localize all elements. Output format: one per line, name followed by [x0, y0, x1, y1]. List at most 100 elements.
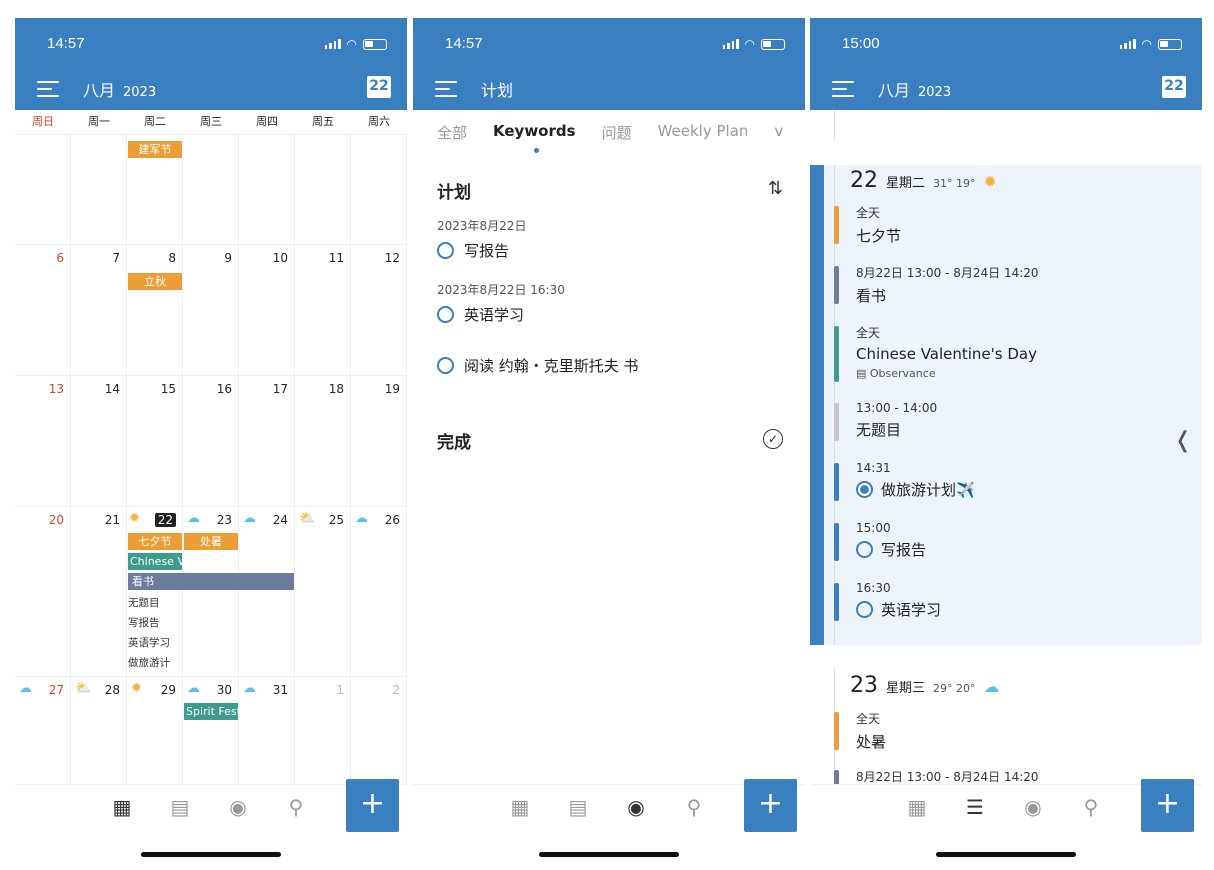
event-chushu[interactable]: 处暑: [184, 533, 238, 550]
day-cell[interactable]: [183, 135, 239, 244]
day-cell[interactable]: [239, 135, 295, 244]
signal-icon: [722, 39, 739, 49]
day-cell[interactable]: 17: [239, 376, 295, 506]
day-cell[interactable]: ⛅ 28: [71, 677, 127, 796]
add-button[interactable]: +: [744, 779, 797, 832]
tab-more[interactable]: v: [774, 122, 783, 143]
grid-icon[interactable]: ▤: [168, 795, 192, 819]
day-cell[interactable]: ✹ 29: [127, 677, 183, 796]
checkbox-icon[interactable]: [856, 601, 873, 618]
battery-icon: [363, 38, 387, 50]
task-item[interactable]: 写报告: [437, 240, 509, 261]
checkbox-icon[interactable]: [437, 242, 454, 259]
menu-icon[interactable]: [832, 81, 854, 102]
month-title[interactable]: 八月 2023: [83, 77, 156, 101]
agenda-item[interactable]: 全天 Chinese Valentine's Day ▤ Observance: [834, 324, 1174, 382]
agenda-item[interactable]: 16:30 英语学习: [834, 581, 1174, 621]
calendar-icon[interactable]: ▦: [508, 795, 532, 819]
tab-weekly-plan[interactable]: Weekly Plan: [658, 122, 749, 143]
grid-icon[interactable]: ▤: [566, 795, 590, 819]
today-button[interactable]: 22: [367, 76, 391, 98]
record-icon[interactable]: ◉: [1021, 795, 1045, 819]
day-cell[interactable]: 13: [15, 376, 71, 506]
search-icon[interactable]: ⚲: [284, 795, 308, 819]
checkbox-icon[interactable]: [437, 306, 454, 323]
add-button[interactable]: +: [1141, 779, 1194, 832]
check-circle-icon[interactable]: ✓: [763, 429, 783, 449]
day-cell[interactable]: 20: [15, 507, 71, 676]
today-button[interactable]: 22: [1162, 76, 1186, 98]
day-cell[interactable]: ☁ 30: [183, 677, 239, 796]
day-cell[interactable]: [15, 135, 71, 244]
event-yingyu[interactable]: 英语学习: [128, 635, 170, 650]
sort-icon[interactable]: ⇅: [768, 178, 783, 199]
agenda-item[interactable]: 8月22日 13:00 - 8月24日 14:20 看书: [834, 264, 1174, 306]
day-cell[interactable]: 11: [295, 245, 351, 375]
event-liqiu[interactable]: 立秋: [128, 273, 182, 290]
day-cell[interactable]: 21: [71, 507, 127, 676]
task-item[interactable]: 阅读 约翰・克里斯托夫 书: [437, 355, 639, 376]
day-cell[interactable]: ☁ 31: [239, 677, 295, 796]
day-cell[interactable]: 18: [295, 376, 351, 506]
tab-bar: 全部 Keywords 问题 Weekly Plan v: [437, 122, 783, 153]
event-baogao[interactable]: 写报告: [128, 615, 160, 630]
day-cell[interactable]: 14: [71, 376, 127, 506]
weekday-label: 周五: [312, 115, 334, 128]
day-cell[interactable]: 6: [15, 245, 71, 375]
day-cell[interactable]: 19: [351, 376, 407, 506]
calendar-icon[interactable]: ▦: [905, 795, 929, 819]
day-number: 17: [272, 382, 288, 396]
day-cell[interactable]: ☁ 24: [239, 507, 295, 676]
day-cell[interactable]: 10: [239, 245, 295, 375]
search-icon[interactable]: ⚲: [682, 795, 706, 819]
month-title[interactable]: 八月 2023: [878, 77, 951, 101]
list-icon[interactable]: ☰: [963, 795, 987, 819]
agenda-item[interactable]: 全天 七夕节: [834, 204, 1174, 246]
event-wuti[interactable]: 无题目: [128, 595, 160, 610]
event-kanshu[interactable]: 看书: [128, 573, 294, 590]
event-spirit-fest[interactable]: Spirit Fest: [184, 703, 238, 720]
add-button[interactable]: +: [346, 779, 399, 832]
day-cell[interactable]: ☁ 26: [351, 507, 407, 676]
calendar-icon[interactable]: ▦: [110, 795, 134, 819]
day-cell[interactable]: [71, 135, 127, 244]
checkbox-icon[interactable]: [856, 541, 873, 558]
tab-keywords[interactable]: Keywords: [493, 122, 576, 153]
day-cell[interactable]: ☁ 27: [15, 677, 71, 796]
day-cell[interactable]: 12: [351, 245, 407, 375]
record-icon[interactable]: ◉: [226, 795, 250, 819]
agenda-item[interactable]: 全天 处暑: [834, 710, 1174, 752]
chevron-left-icon[interactable]: ❬: [1174, 428, 1192, 453]
day-cell[interactable]: 15: [127, 376, 183, 506]
menu-icon[interactable]: [37, 81, 59, 102]
agenda-item[interactable]: 13:00 - 14:00 无题目: [834, 401, 1174, 441]
weekday-label: 周一: [88, 115, 110, 128]
record-icon[interactable]: ◉: [624, 795, 648, 819]
agenda-item[interactable]: 14:31 做旅游计划✈️: [834, 461, 1174, 501]
day-cell[interactable]: 7: [71, 245, 127, 375]
tab-questions[interactable]: 问题: [602, 122, 632, 143]
agenda-item[interactable]: 15:00 写报告: [834, 521, 1174, 561]
event-chinese-valentine[interactable]: Chinese V: [128, 553, 182, 570]
day-cell[interactable]: [295, 135, 351, 244]
event-qixi[interactable]: 七夕节: [128, 533, 182, 550]
menu-icon[interactable]: [435, 81, 457, 102]
checkbox-icon[interactable]: [437, 357, 454, 374]
day-cell[interactable]: [351, 135, 407, 244]
temperature: 29° 20°: [933, 682, 976, 695]
day-cell[interactable]: 9: [183, 245, 239, 375]
day-cell[interactable]: ⛅ 25: [295, 507, 351, 676]
tab-all[interactable]: 全部: [437, 122, 467, 143]
event-lvyou[interactable]: 做旅游计: [128, 655, 170, 670]
event-jianjun[interactable]: 建军节: [128, 141, 182, 158]
radio-checked-icon[interactable]: [856, 481, 873, 498]
task-item[interactable]: 英语学习: [437, 304, 524, 325]
day-cell[interactable]: 1: [295, 677, 351, 796]
day-cell[interactable]: 8: [127, 245, 183, 375]
search-icon[interactable]: ⚲: [1079, 795, 1103, 819]
bottom-nav: ▦ ▤ ◉ ⚲ +: [413, 779, 805, 870]
weekday-label: 周日: [32, 115, 54, 128]
agenda-item[interactable]: 8月22日 13:00 - 8月24日 14:20: [834, 768, 1174, 788]
home-indicator: [936, 852, 1076, 857]
day-cell[interactable]: 16: [183, 376, 239, 506]
